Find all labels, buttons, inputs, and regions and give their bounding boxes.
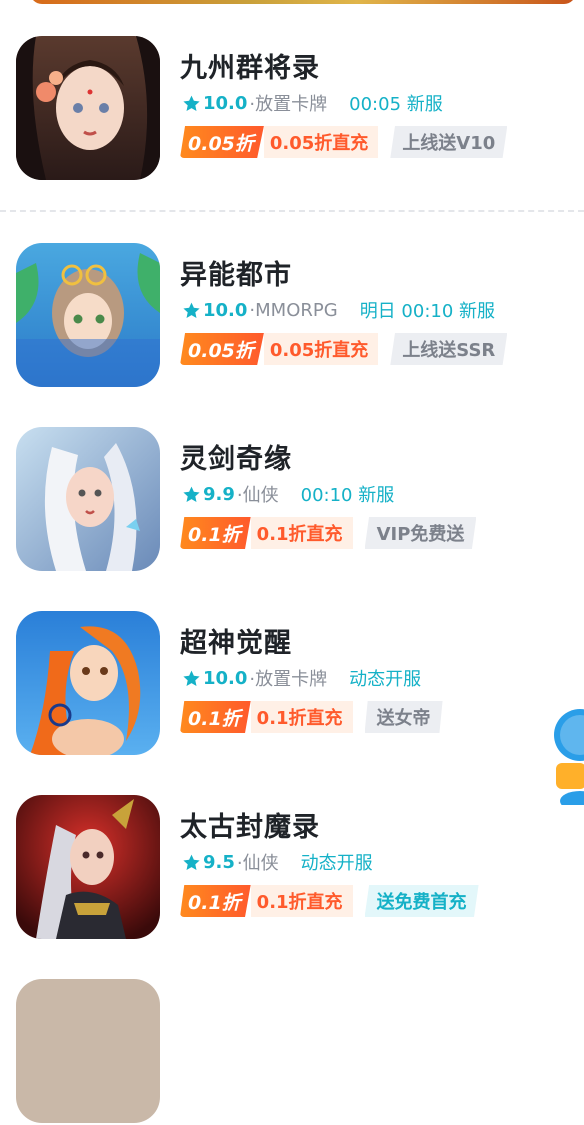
game-icon[interactable]: [16, 243, 160, 387]
section-divider: [0, 210, 584, 212]
game-score: 9.9: [203, 483, 235, 505]
game-meta: 9.5 ·仙侠 动态开服: [182, 849, 373, 875]
gift-tag: VIP免费送: [364, 517, 477, 549]
star-icon: [183, 302, 200, 318]
star-icon: [183, 486, 200, 502]
game-card[interactable]: 九州群将录 10.0 ·放置卡牌 00:05 新服 0.05折 0.05折直充 …: [16, 36, 576, 182]
discount-tag: 0.1折直充: [250, 885, 353, 917]
game-score: 10.0: [203, 299, 248, 321]
game-category: ·MMORPG: [249, 299, 338, 321]
discount-tag: 0.05折直充: [263, 333, 379, 365]
gift-tag: 上线送V10: [390, 126, 508, 158]
game-tags: 0.1折 0.1折直充 送女帝: [180, 701, 443, 733]
discount-badge: 0.1折: [180, 517, 251, 549]
game-card[interactable]: 太古封魔录 9.5 ·仙侠 动态开服 0.1折 0.1折直充 送免费首充: [16, 795, 576, 941]
game-card[interactable]: 异能都市 10.0 ·MMORPG 明日 00:10 新服 0.05折 0.05…: [16, 243, 576, 389]
game-card[interactable]: 超神觉醒 10.0 ·放置卡牌 动态开服 0.1折 0.1折直充 送女帝: [16, 611, 576, 757]
gift-tag: 送免费首充: [364, 885, 479, 917]
star-icon: [183, 854, 200, 870]
game-tags: 0.05折 0.05折直充 上线送SSR: [180, 333, 508, 365]
discount-tag: 0.1折直充: [250, 701, 353, 733]
discount-tag: 0.05折直充: [263, 126, 379, 158]
game-score: 10.0: [203, 667, 248, 689]
previous-banner-edge: [30, 0, 576, 4]
game-category: ·仙侠: [236, 853, 279, 874]
server-time: 动态开服: [349, 669, 422, 690]
game-icon[interactable]: [16, 795, 160, 939]
star-icon: [183, 95, 200, 111]
server-time: 00:10 新服: [300, 485, 395, 506]
game-tags: 0.05折 0.05折直充 上线送V10: [180, 126, 508, 158]
game-meta: 10.0 ·放置卡牌 动态开服: [182, 665, 421, 691]
game-meta: 10.0 ·放置卡牌 00:05 新服: [182, 90, 443, 116]
game-icon[interactable]: [16, 979, 160, 1123]
game-meta: 10.0 ·MMORPG 明日 00:10 新服: [182, 297, 495, 323]
game-title[interactable]: 灵剑奇缘: [180, 437, 292, 476]
game-icon[interactable]: [16, 427, 160, 571]
game-tags: 0.1折 0.1折直充 VIP免费送: [180, 517, 477, 549]
server-time: 动态开服: [300, 853, 373, 874]
gift-tag: 送女帝: [364, 701, 443, 733]
discount-badge: 0.05折: [180, 126, 264, 158]
discount-badge: 0.1折: [180, 701, 251, 733]
discount-badge: 0.1折: [180, 885, 251, 917]
game-category: ·仙侠: [236, 485, 279, 506]
game-meta: 9.9 ·仙侠 00:10 新服: [182, 481, 394, 507]
server-time: 00:05 新服: [349, 94, 443, 115]
game-category: ·放置卡牌: [249, 94, 328, 115]
game-score: 10.0: [203, 92, 248, 114]
game-card[interactable]: 灵剑奇缘 9.9 ·仙侠 00:10 新服 0.1折 0.1折直充 VIP免费送: [16, 427, 576, 573]
game-title[interactable]: 超神觉醒: [180, 621, 292, 660]
game-card-partial[interactable]: [16, 979, 576, 1125]
game-category: ·放置卡牌: [249, 669, 328, 690]
game-icon[interactable]: [16, 36, 160, 180]
game-icon[interactable]: [16, 611, 160, 755]
floating-promo-widget[interactable]: [550, 705, 584, 811]
game-title[interactable]: 异能都市: [180, 253, 292, 292]
server-time: 明日 00:10 新服: [359, 301, 496, 322]
discount-tag: 0.1折直充: [250, 517, 353, 549]
game-score: 9.5: [203, 851, 235, 873]
star-icon: [183, 670, 200, 686]
game-title[interactable]: 九州群将录: [180, 46, 320, 85]
discount-badge: 0.05折: [180, 333, 264, 365]
gift-tag: 上线送SSR: [390, 333, 508, 365]
game-tags: 0.1折 0.1折直充 送免费首充: [180, 885, 479, 917]
game-title[interactable]: 太古封魔录: [180, 805, 320, 844]
